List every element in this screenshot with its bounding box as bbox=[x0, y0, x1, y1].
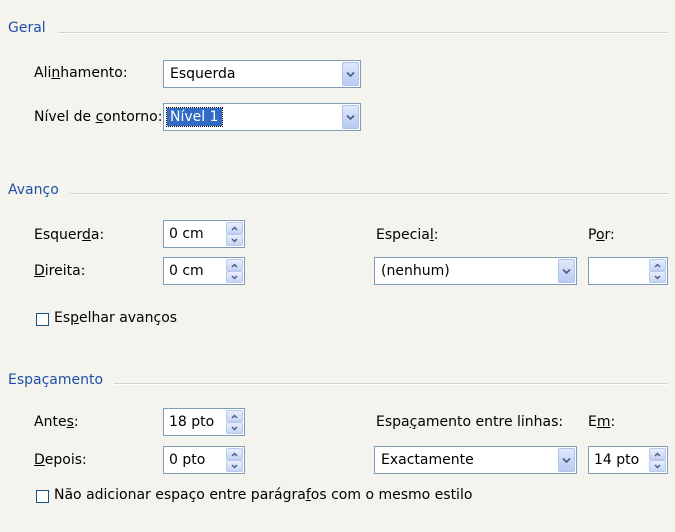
antes-label: Antes: bbox=[34, 414, 79, 430]
chevron-up-icon[interactable] bbox=[226, 448, 243, 460]
chevron-down-icon[interactable] bbox=[649, 460, 666, 472]
section-divider bbox=[58, 32, 668, 34]
section-title-geral: Geral bbox=[8, 20, 46, 36]
nivel-contorno-value: Nível 1 bbox=[166, 107, 223, 127]
section-title-espacamento: Espaçamento bbox=[8, 372, 104, 388]
esquerda-label: Esquerda: bbox=[34, 227, 105, 243]
antes-spinner[interactable]: 18 pto bbox=[163, 408, 245, 436]
chevron-down-icon[interactable] bbox=[226, 234, 243, 246]
alinhamento-value: Esquerda bbox=[170, 66, 236, 82]
espelhar-avancos-checkbox[interactable] bbox=[36, 313, 49, 326]
chevron-down-icon[interactable] bbox=[226, 422, 243, 434]
chevron-down-icon[interactable] bbox=[342, 62, 359, 86]
esquerda-value: 0 cm bbox=[169, 226, 204, 242]
section-divider bbox=[114, 383, 668, 385]
chevron-down-icon[interactable] bbox=[226, 460, 243, 472]
por-spinner[interactable] bbox=[588, 257, 668, 285]
em-spinner[interactable]: 14 pto bbox=[588, 446, 668, 474]
chevron-up-icon[interactable] bbox=[649, 259, 666, 271]
depois-spinner[interactable]: 0 pto bbox=[163, 446, 245, 474]
alinhamento-label: Alinhamento: bbox=[34, 65, 128, 81]
chevron-down-icon[interactable] bbox=[558, 448, 575, 472]
chevron-down-icon[interactable] bbox=[342, 105, 359, 129]
depois-label: Depois: bbox=[34, 452, 87, 468]
antes-value: 18 pto bbox=[169, 414, 215, 430]
especial-dropdown[interactable]: (nenhum) bbox=[374, 257, 577, 285]
section-title-avanco: Avanço bbox=[8, 182, 59, 198]
especial-label: Especial: bbox=[376, 227, 439, 243]
nivel-contorno-dropdown[interactable]: Nível 1 bbox=[163, 103, 361, 131]
em-label: Em: bbox=[588, 414, 616, 430]
chevron-up-icon[interactable] bbox=[226, 222, 243, 234]
section-divider bbox=[70, 193, 668, 195]
chevron-up-icon[interactable] bbox=[649, 448, 666, 460]
em-value: 14 pto bbox=[594, 452, 640, 468]
nao-adicionar-espaco-label[interactable]: Não adicionar espaço entre parágrafos co… bbox=[54, 487, 472, 503]
chevron-up-icon[interactable] bbox=[226, 259, 243, 271]
especial-value: (nenhum) bbox=[381, 263, 450, 279]
direita-value: 0 cm bbox=[169, 263, 204, 279]
espacamento-entre-linhas-dropdown[interactable]: Exactamente bbox=[374, 446, 577, 474]
alinhamento-dropdown[interactable]: Esquerda bbox=[163, 60, 361, 88]
direita-spinner[interactable]: 0 cm bbox=[163, 257, 245, 285]
espacamento-entre-linhas-label: Espaçamento entre linhas: bbox=[376, 414, 564, 430]
espacamento-entre-linhas-value: Exactamente bbox=[381, 452, 474, 468]
nivel-contorno-label: Nível de contorno: bbox=[34, 109, 163, 125]
direita-label: Direita: bbox=[34, 263, 86, 279]
depois-value: 0 pto bbox=[169, 452, 206, 468]
chevron-up-icon[interactable] bbox=[226, 410, 243, 422]
nao-adicionar-espaco-checkbox[interactable] bbox=[36, 490, 49, 503]
chevron-down-icon[interactable] bbox=[558, 259, 575, 283]
espelhar-avancos-label[interactable]: Espelhar avanços bbox=[54, 310, 177, 326]
por-label: Por: bbox=[588, 227, 615, 243]
chevron-down-icon[interactable] bbox=[226, 271, 243, 283]
esquerda-spinner[interactable]: 0 cm bbox=[163, 220, 245, 248]
chevron-down-icon[interactable] bbox=[649, 271, 666, 283]
